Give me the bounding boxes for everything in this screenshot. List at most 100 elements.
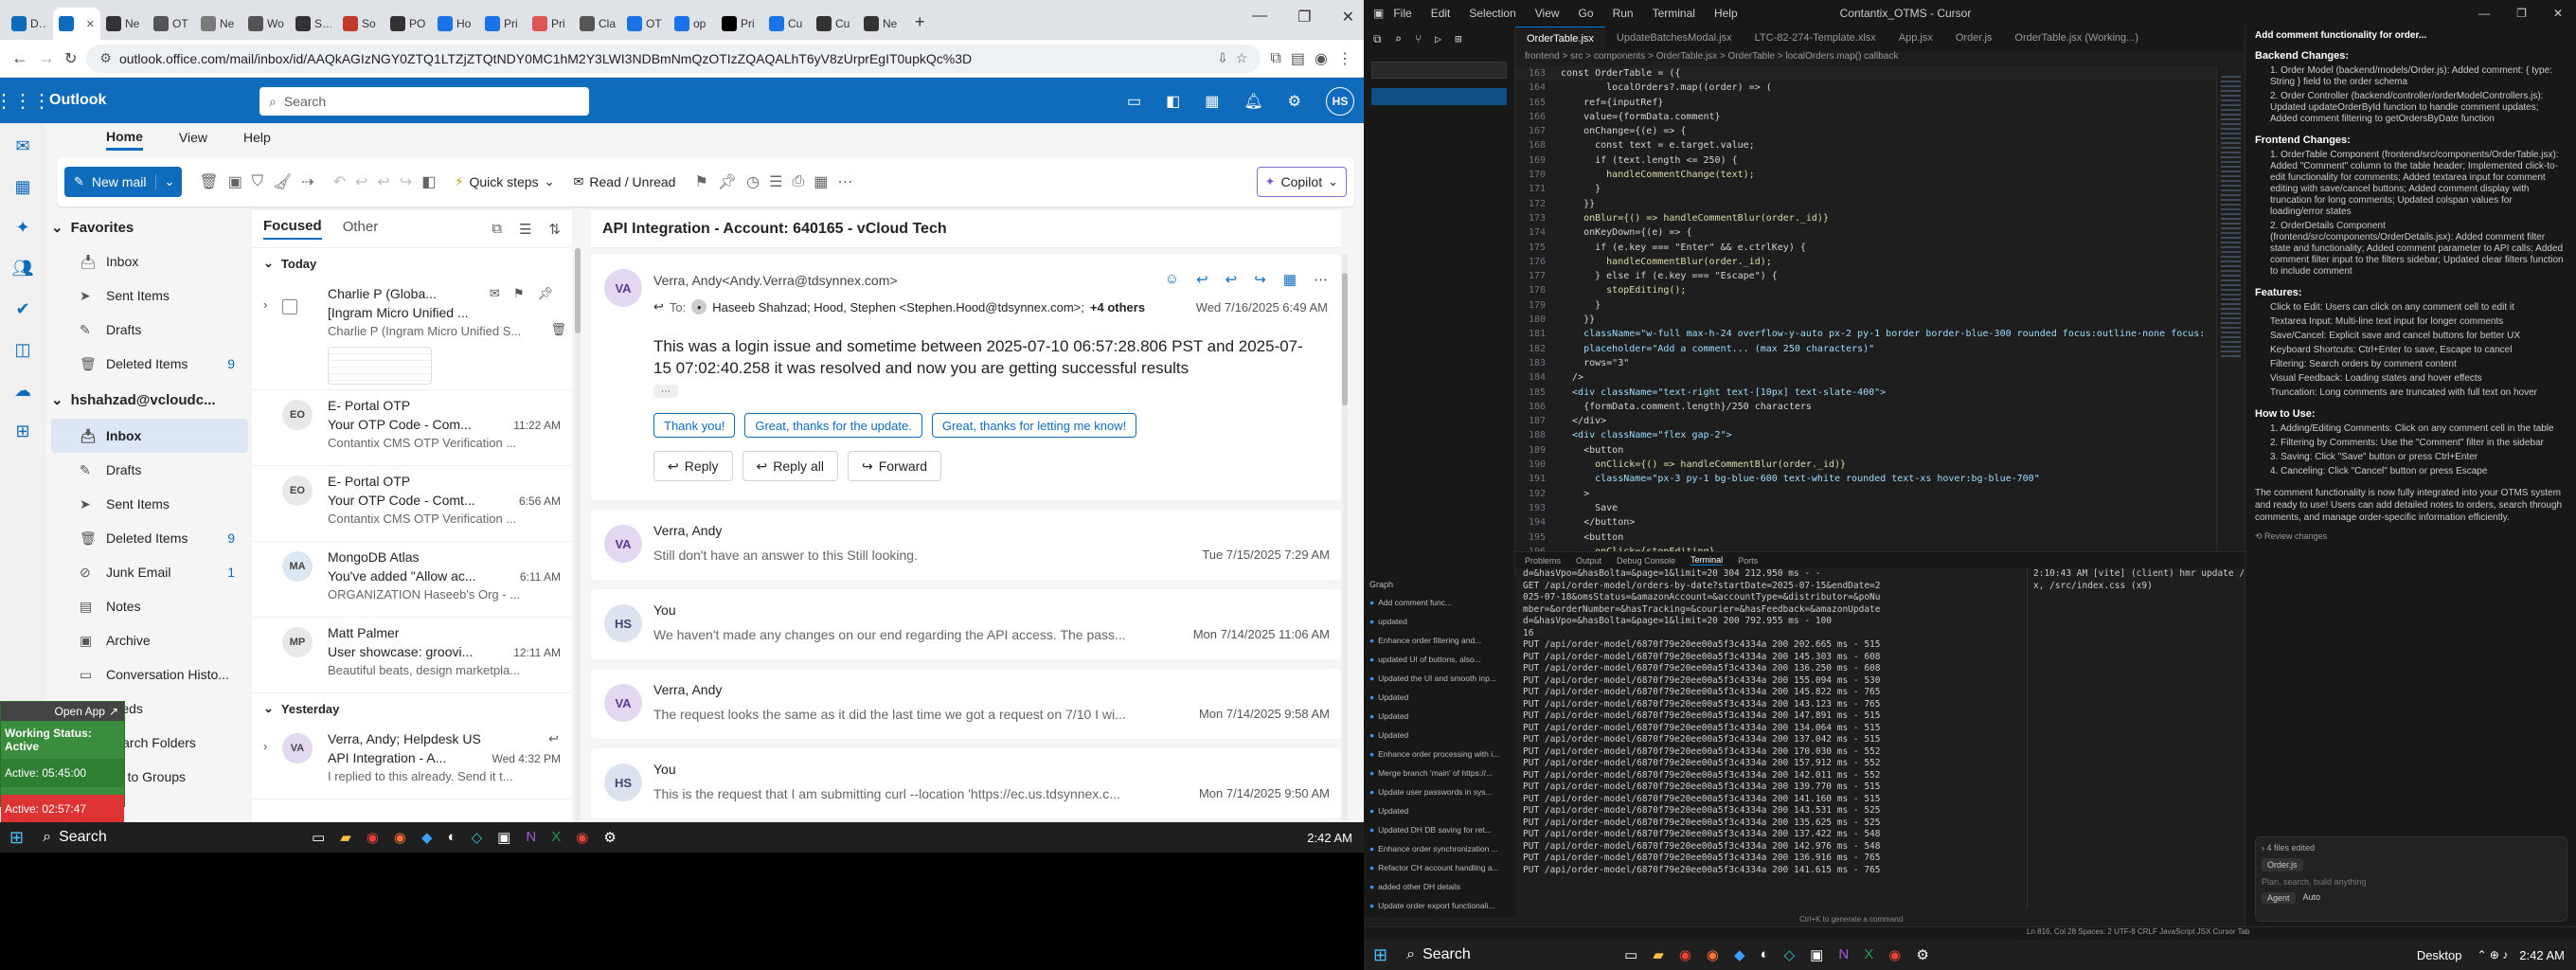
snooze-icon[interactable]: ◷ xyxy=(746,172,760,191)
move-icon[interactable]: ⇢ xyxy=(301,172,313,191)
more-apps-icon[interactable]: ⊞ xyxy=(15,422,29,441)
firefox-icon[interactable]: ◉ xyxy=(394,829,406,846)
taskbar-search[interactable]: ⌕ Search xyxy=(33,825,298,850)
flag-icon[interactable]: ⚑ xyxy=(513,286,525,301)
minimize-icon[interactable]: — xyxy=(2478,7,2490,20)
new-mail-button[interactable]: ✎ New mail ⌄ xyxy=(64,167,183,197)
clock[interactable]: 2:42 AM xyxy=(1307,831,1352,845)
sweep-icon[interactable]: 🧹︎ xyxy=(273,172,292,191)
panel-tab[interactable]: Debug Console xyxy=(1617,556,1675,566)
file-explorer-icon[interactable]: ▰ xyxy=(1653,946,1664,963)
task-view-icon[interactable]: ▭ xyxy=(312,829,325,846)
browser-tab[interactable]: Ne xyxy=(858,8,905,40)
more-options-icon[interactable]: ⋯ xyxy=(837,172,852,191)
github-icon[interactable]: ◐ xyxy=(1761,946,1769,963)
apps-icon[interactable]: ▦ xyxy=(1283,271,1297,288)
onenote-icon[interactable]: N xyxy=(1838,946,1849,963)
menu-icon[interactable]: ⋮ xyxy=(1337,49,1352,68)
sort-icon[interactable]: ⇅ xyxy=(548,221,561,238)
onenote-icon[interactable]: N xyxy=(526,829,536,846)
vscode-icon[interactable]: ◆ xyxy=(1734,946,1745,963)
undo-icon[interactable]: ↶ xyxy=(333,172,346,191)
model-select[interactable]: Auto xyxy=(2303,892,2321,904)
thread-message[interactable]: HS You We haven't made any changes on our … xyxy=(591,589,1341,659)
github-icon[interactable]: ◐ xyxy=(448,829,456,846)
chrome-icon[interactable]: ◉ xyxy=(1888,946,1901,963)
firefox-icon[interactable]: ◉ xyxy=(1707,946,1719,963)
archive-icon[interactable]: ▣ xyxy=(228,172,242,191)
commit-item[interactable]: ● Enhance order synchronization ... xyxy=(1364,839,1515,858)
list-item[interactable]: MP Matt Palmer User showcase: groovi... Bea… xyxy=(252,618,572,693)
files-edited[interactable]: › 4 files edited xyxy=(2262,843,2561,853)
browser-tab[interactable]: Pri xyxy=(527,8,574,40)
restore-icon[interactable]: ❐ xyxy=(1297,8,1311,27)
commit-item[interactable]: ● Update order export functionali... xyxy=(1364,896,1515,915)
others-link[interactable]: +4 others xyxy=(1090,300,1145,314)
browser-tab[interactable]: So xyxy=(337,8,385,40)
app-icon[interactable]: ◇ xyxy=(472,829,483,846)
reply-all-button[interactable]: ↩ Reply all xyxy=(742,451,838,481)
commit-item[interactable]: ● updated xyxy=(1364,612,1515,631)
app-icon[interactable]: ◇ xyxy=(1784,946,1796,963)
group-yesterday[interactable]: ⌄ Yesterday xyxy=(252,693,572,724)
browser-tab[interactable]: Ne xyxy=(195,8,242,40)
browser-tab[interactable]: Pri xyxy=(479,8,527,40)
terminal-left[interactable]: d=&hasVpo=&hasBolta=&page=1&limit=20 304… xyxy=(1523,568,2025,909)
close-icon[interactable]: ✕ xyxy=(1342,8,1354,27)
code-editor[interactable]: 163 const OrderTable = ({164 localOrders?… xyxy=(1515,66,2216,551)
excel-icon[interactable]: X xyxy=(551,829,561,846)
close-tab-icon[interactable]: ✕ xyxy=(86,18,95,30)
list-item[interactable]: Charlie P (Globa... [Ingram Micro Unified… xyxy=(252,278,572,390)
commit-item[interactable]: ● Updated xyxy=(1364,726,1515,745)
copilot-button[interactable]: ✦ Copilot ⌄ xyxy=(1256,167,1347,197)
pin-icon[interactable]: 📌︎ xyxy=(718,172,737,191)
people-icon[interactable]: 👥︎ xyxy=(12,259,34,278)
list-item[interactable]: MA MongoDB Atlas You've added "Allow ac...… xyxy=(252,542,572,618)
reply-ribbon-icon[interactable]: ↩ xyxy=(355,172,367,191)
group-today[interactable]: ⌄ Today xyxy=(252,248,572,278)
open-app-button[interactable]: Open App ↗ xyxy=(1,702,124,721)
select-icon[interactable]: ⧉ xyxy=(492,221,502,238)
quick-steps-button[interactable]: ⚡︎ Quick steps ⌄ xyxy=(455,174,554,189)
browser-tab[interactable]: op xyxy=(669,8,716,40)
suggested-reply-button[interactable]: Great, thanks for the update. xyxy=(744,413,922,438)
copilot-icon[interactable]: ✦ xyxy=(15,218,29,238)
calendar-icon[interactable]: ▦ xyxy=(14,177,30,197)
folder-item[interactable]: ✎ Drafts xyxy=(51,313,248,347)
thread-message[interactable]: HS You This is the request that I am submi… xyxy=(591,748,1341,818)
settings-gear-icon[interactable]: ⚙ xyxy=(1288,92,1301,111)
menu-item[interactable]: View xyxy=(1535,7,1560,20)
chat-input[interactable]: Plan, search, build anything xyxy=(2262,877,2561,887)
delete-icon[interactable]: 🗑︎ xyxy=(550,322,566,337)
flag-icon[interactable]: ⚑ xyxy=(694,172,707,191)
emoji-icon[interactable]: ☺ xyxy=(1165,271,1179,288)
new-mail-dropdown-icon[interactable]: ⌄ xyxy=(155,174,182,189)
menu-item[interactable]: Help xyxy=(1714,7,1738,20)
suggested-reply-button[interactable]: Thank you! xyxy=(653,413,736,438)
folder-item[interactable]: ➤ Sent Items xyxy=(51,278,248,313)
teams-app-icon[interactable]: ◫ xyxy=(14,340,30,360)
list-item[interactable]: EO E- Portal OTP Your OTP Code - Com... Con… xyxy=(252,390,572,466)
reply-icon[interactable]: ↩ xyxy=(1196,271,1208,288)
commit-item[interactable]: ● updated UI of buttons, also... xyxy=(1364,650,1515,669)
commit-item[interactable]: ● Update user passwords in sys... xyxy=(1364,782,1515,801)
panel-tab[interactable]: Terminal xyxy=(1690,555,1724,566)
list-item[interactable]: EO E- Portal OTP Your OTP Code - Comt... Co… xyxy=(252,466,572,542)
browser-tab[interactable]: OT xyxy=(148,8,195,40)
run-icon[interactable]: ▷ xyxy=(1435,32,1441,46)
view-icon[interactable]: ▦ xyxy=(814,172,828,191)
browser-tab[interactable]: Ho xyxy=(432,8,479,40)
back-icon[interactable]: ← xyxy=(11,48,28,68)
browser-tab[interactable]: Cu xyxy=(763,8,811,40)
onedrive-icon[interactable]: ☁ xyxy=(14,381,31,401)
browser-tab[interactable]: ✕ xyxy=(53,8,100,40)
tray-icons[interactable]: ⌃ ⊕ ♪ xyxy=(2478,948,2509,961)
commit-item[interactable]: ● Updated the UI and smooth inp... xyxy=(1364,669,1515,688)
browser-tab[interactable]: Das xyxy=(6,8,53,40)
commit-item[interactable]: ● Enhance order processing with i... xyxy=(1364,745,1515,763)
menu-item[interactable]: Selection xyxy=(1469,7,1515,20)
editor-tab[interactable]: OrderTable.jsx xyxy=(1515,27,1605,51)
close-icon[interactable]: ✕ xyxy=(2553,7,2563,20)
extensions-icon[interactable]: ⧉ xyxy=(1270,50,1280,67)
mail-icon[interactable]: ✉ xyxy=(15,136,29,156)
